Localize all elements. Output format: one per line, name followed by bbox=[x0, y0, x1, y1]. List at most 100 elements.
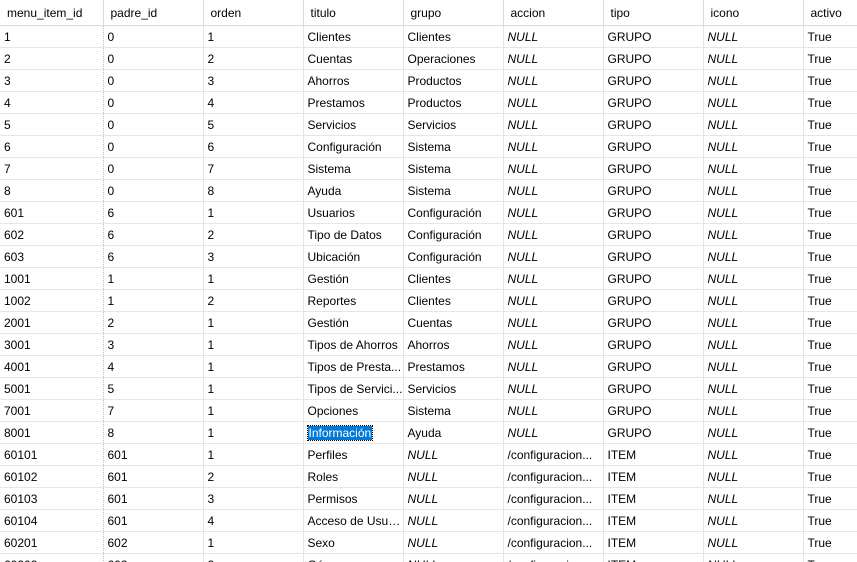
cell-orden[interactable]: 5 bbox=[203, 113, 304, 136]
cell-accion[interactable]: NULL bbox=[503, 399, 604, 422]
cell-activo[interactable]: True bbox=[803, 135, 857, 158]
cell-accion[interactable]: NULL bbox=[503, 179, 604, 202]
cell-titulo[interactable]: Gé... bbox=[303, 553, 404, 562]
cell-grupo[interactable]: NULL bbox=[403, 487, 504, 510]
cell-menu-item-id[interactable]: 603 bbox=[0, 245, 104, 268]
cell-tipo[interactable]: ITEM bbox=[603, 487, 704, 510]
cell-padre-id[interactable]: 3 bbox=[103, 333, 204, 356]
cell-orden[interactable]: 2 bbox=[203, 465, 304, 488]
cell-accion[interactable]: NULL bbox=[503, 113, 604, 136]
cell-padre-id[interactable]: 0 bbox=[103, 157, 204, 180]
cell-tipo[interactable]: GRUPO bbox=[603, 47, 704, 70]
cell-accion[interactable]: NULL bbox=[503, 201, 604, 224]
cell-menu-item-id[interactable]: 1001 bbox=[0, 267, 104, 290]
cell-menu-item-id[interactable]: 601 bbox=[0, 201, 104, 224]
cell-activo[interactable]: True bbox=[803, 531, 857, 554]
cell-padre-id[interactable]: 601 bbox=[103, 465, 204, 488]
cell-tipo[interactable]: GRUPO bbox=[603, 289, 704, 312]
cell-grupo[interactable]: Productos bbox=[403, 91, 504, 114]
cell-padre-id[interactable]: 0 bbox=[103, 113, 204, 136]
cell-grupo[interactable]: Sistema bbox=[403, 399, 504, 422]
cell-accion[interactable]: NULL bbox=[503, 289, 604, 312]
cell-icono[interactable]: NULL bbox=[703, 157, 804, 180]
cell-orden[interactable]: 1 bbox=[203, 267, 304, 290]
cell-menu-item-id[interactable]: 2001 bbox=[0, 311, 104, 334]
cell-icono[interactable]: NULL bbox=[703, 399, 804, 422]
cell-accion[interactable]: NULL bbox=[503, 267, 604, 290]
cell-grupo[interactable]: Clientes bbox=[403, 289, 504, 312]
cell-tipo[interactable]: GRUPO bbox=[603, 135, 704, 158]
cell-orden[interactable]: 1 bbox=[203, 25, 304, 48]
cell-titulo[interactable]: Permisos bbox=[303, 487, 404, 510]
column-header-icono[interactable]: icono bbox=[703, 0, 804, 26]
cell-titulo[interactable]: Servicios bbox=[303, 113, 404, 136]
cell-icono[interactable]: NULL bbox=[703, 355, 804, 378]
cell-orden[interactable]: 1 bbox=[203, 399, 304, 422]
cell-tipo[interactable]: GRUPO bbox=[603, 421, 704, 444]
cell-activo[interactable]: True bbox=[803, 201, 857, 224]
cell-grupo[interactable]: Ayuda bbox=[403, 421, 504, 444]
cell-titulo[interactable]: Tipos de Servici... bbox=[303, 377, 404, 400]
cell-accion[interactable]: NULL bbox=[503, 311, 604, 334]
cell-titulo[interactable]: Ayuda bbox=[303, 179, 404, 202]
cell-padre-id[interactable]: 5 bbox=[103, 377, 204, 400]
cell-icono[interactable]: NULL bbox=[703, 377, 804, 400]
cell-tipo[interactable]: ITEM bbox=[603, 443, 704, 466]
cell-grupo[interactable]: Servicios bbox=[403, 113, 504, 136]
cell-padre-id[interactable]: 601 bbox=[103, 487, 204, 510]
cell-padre-id[interactable]: 602 bbox=[103, 531, 204, 554]
cell-grupo[interactable]: Configuración bbox=[403, 223, 504, 246]
cell-activo[interactable]: True bbox=[803, 443, 857, 466]
cell-grupo[interactable]: Ahorros bbox=[403, 333, 504, 356]
cell-padre-id[interactable]: 602 bbox=[103, 553, 204, 562]
cell-menu-item-id[interactable]: 4 bbox=[0, 91, 104, 114]
cell-activo[interactable]: True bbox=[803, 487, 857, 510]
cell-orden[interactable]: 8 bbox=[203, 179, 304, 202]
cell-tipo[interactable]: GRUPO bbox=[603, 333, 704, 356]
cell-accion[interactable]: NULL bbox=[503, 355, 604, 378]
cell-grupo[interactable]: Sistema bbox=[403, 157, 504, 180]
cell-activo[interactable]: True bbox=[803, 113, 857, 136]
cell-orden[interactable]: 4 bbox=[203, 91, 304, 114]
cell-tipo[interactable]: GRUPO bbox=[603, 179, 704, 202]
cell-padre-id[interactable]: 0 bbox=[103, 135, 204, 158]
cell-accion[interactable]: /configuracion... bbox=[503, 553, 604, 562]
cell-orden[interactable]: 2 bbox=[203, 289, 304, 312]
cell-padre-id[interactable]: 0 bbox=[103, 69, 204, 92]
cell-titulo[interactable]: Ahorros bbox=[303, 69, 404, 92]
cell-tipo[interactable]: GRUPO bbox=[603, 399, 704, 422]
cell-padre-id[interactable]: 6 bbox=[103, 201, 204, 224]
cell-tipo[interactable]: GRUPO bbox=[603, 223, 704, 246]
cell-orden[interactable]: 1 bbox=[203, 531, 304, 554]
cell-padre-id[interactable]: 6 bbox=[103, 223, 204, 246]
cell-orden[interactable]: 1 bbox=[203, 443, 304, 466]
cell-icono[interactable]: NULL bbox=[703, 223, 804, 246]
cell-orden[interactable]: 4 bbox=[203, 509, 304, 532]
cell-menu-item-id[interactable]: 60102 bbox=[0, 465, 104, 488]
cell-titulo[interactable]: Sistema bbox=[303, 157, 404, 180]
cell-titulo[interactable]: Tipos de Presta... bbox=[303, 355, 404, 378]
cell-orden[interactable]: 2 bbox=[203, 223, 304, 246]
cell-icono[interactable]: NULL bbox=[703, 333, 804, 356]
cell-icono[interactable]: NULL bbox=[703, 465, 804, 488]
cell-accion[interactable]: /configuracion... bbox=[503, 509, 604, 532]
cell-activo[interactable]: True bbox=[803, 245, 857, 268]
cell-accion[interactable]: NULL bbox=[503, 377, 604, 400]
cell-tipo[interactable]: GRUPO bbox=[603, 113, 704, 136]
cell-icono[interactable]: NULL bbox=[703, 531, 804, 554]
cell-icono[interactable]: NULL bbox=[703, 289, 804, 312]
cell-menu-item-id[interactable]: 1 bbox=[0, 25, 104, 48]
cell-grupo[interactable]: Clientes bbox=[403, 25, 504, 48]
column-header-titulo[interactable]: titulo bbox=[303, 0, 404, 26]
cell-orden[interactable]: 2 bbox=[203, 553, 304, 562]
cell-accion[interactable]: NULL bbox=[503, 69, 604, 92]
column-header-grupo[interactable]: grupo bbox=[403, 0, 504, 26]
cell-accion[interactable]: NULL bbox=[503, 223, 604, 246]
cell-activo[interactable]: True bbox=[803, 157, 857, 180]
cell-icono[interactable]: NULL bbox=[703, 267, 804, 290]
cell-titulo[interactable]: Prestamos bbox=[303, 91, 404, 114]
cell-activo[interactable]: True bbox=[803, 399, 857, 422]
results-grid[interactable]: menu_item_id padre_id orden titulo grupo acci… bbox=[0, 0, 857, 562]
cell-tipo[interactable]: GRUPO bbox=[603, 355, 704, 378]
cell-accion[interactable]: /configuracion... bbox=[503, 531, 604, 554]
